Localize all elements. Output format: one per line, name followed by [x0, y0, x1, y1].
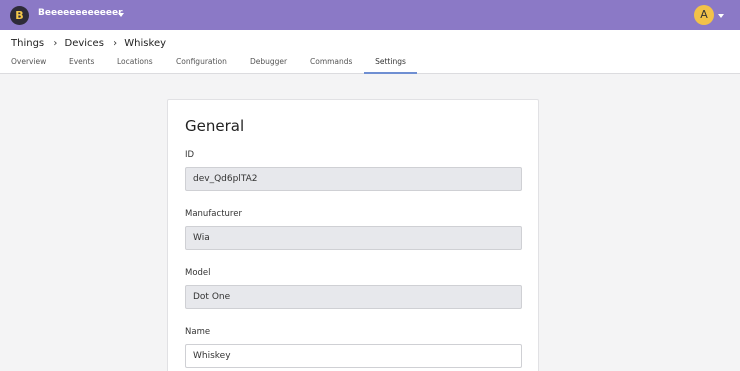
breadcrumb-separator: ›: [53, 38, 58, 49]
manufacturer-field: Wia: [185, 226, 522, 250]
model-field: Dot One: [185, 285, 522, 309]
tab-configuration[interactable]: Configuration: [176, 57, 227, 74]
tab-settings[interactable]: Settings: [364, 57, 417, 74]
tab-debugger[interactable]: Debugger: [250, 57, 287, 74]
org-avatar[interactable]: B: [10, 6, 29, 25]
tab-overview[interactable]: Overview: [11, 57, 46, 74]
general-settings-card: General ID dev_Qd6plTA2 Manufacturer Wia…: [167, 99, 539, 371]
user-avatar[interactable]: A: [694, 5, 714, 25]
tab-commands[interactable]: Commands: [310, 57, 352, 74]
manufacturer-label: Manufacturer: [185, 209, 242, 219]
tab-events[interactable]: Events: [69, 57, 94, 74]
chevron-down-icon[interactable]: [118, 13, 124, 17]
breadcrumb-item-devices[interactable]: Devices: [65, 38, 104, 49]
chevron-down-icon[interactable]: [718, 14, 724, 18]
tab-locations[interactable]: Locations: [117, 57, 153, 74]
page-header: Things › Devices › Whiskey Overview Even…: [0, 30, 740, 74]
top-navigation-bar: B Beeeeeeeeeeeer A: [0, 0, 740, 30]
card-title: General: [185, 117, 245, 135]
breadcrumb-item-current: Whiskey: [124, 38, 167, 49]
breadcrumb-item-things[interactable]: Things: [11, 38, 44, 49]
org-switcher[interactable]: Beeeeeeeeeeeer: [38, 8, 123, 18]
id-field: dev_Qd6plTA2: [185, 167, 522, 191]
breadcrumb-separator: ›: [113, 38, 118, 49]
id-label: ID: [185, 150, 195, 160]
model-label: Model: [185, 268, 211, 278]
name-label: Name: [185, 327, 211, 337]
name-input[interactable]: Whiskey: [185, 344, 522, 368]
breadcrumb: Things › Devices › Whiskey: [11, 38, 170, 49]
